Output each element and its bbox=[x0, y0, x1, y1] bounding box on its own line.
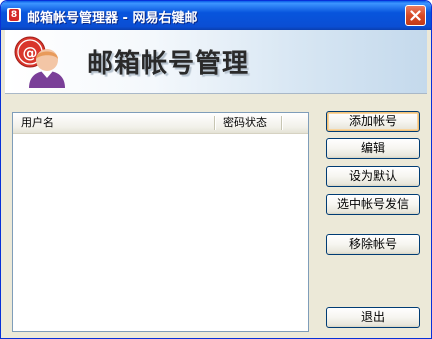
title-bar[interactable]: 8 邮箱帐号管理器 - 网易右键邮 bbox=[1, 1, 431, 30]
list-header: 用户名 密码状态 bbox=[13, 113, 308, 134]
column-header-username[interactable]: 用户名 bbox=[13, 113, 214, 133]
set-default-button[interactable]: 设为默认 bbox=[326, 166, 420, 187]
app-icon: 8 bbox=[7, 8, 21, 22]
account-list[interactable]: 用户名 密码状态 bbox=[12, 112, 309, 332]
close-icon bbox=[410, 10, 421, 21]
app-icon-glyph: 8 bbox=[9, 9, 19, 21]
remove-account-button[interactable]: 移除帐号 bbox=[326, 234, 420, 255]
svg-text:@: @ bbox=[23, 44, 38, 62]
send-mail-button[interactable]: 选中帐号发信 bbox=[326, 194, 420, 215]
account-manager-window: 8 邮箱帐号管理器 - 网易右键邮 @ 邮箱帐号管理 用户名 密码状态 添加帐号… bbox=[0, 0, 432, 339]
close-button[interactable] bbox=[405, 5, 426, 26]
header-banner: @ 邮箱帐号管理 bbox=[5, 30, 427, 94]
window-title: 邮箱帐号管理器 - 网易右键邮 bbox=[27, 11, 198, 26]
user-email-avatar-icon: @ bbox=[14, 36, 65, 88]
header-title: 邮箱帐号管理 bbox=[87, 49, 250, 79]
column-separator[interactable] bbox=[281, 116, 283, 130]
add-account-button[interactable]: 添加帐号 bbox=[326, 111, 420, 132]
exit-button[interactable]: 退出 bbox=[326, 307, 420, 328]
column-header-password-status[interactable]: 密码状态 bbox=[215, 113, 281, 133]
edit-button[interactable]: 编辑 bbox=[326, 138, 420, 159]
